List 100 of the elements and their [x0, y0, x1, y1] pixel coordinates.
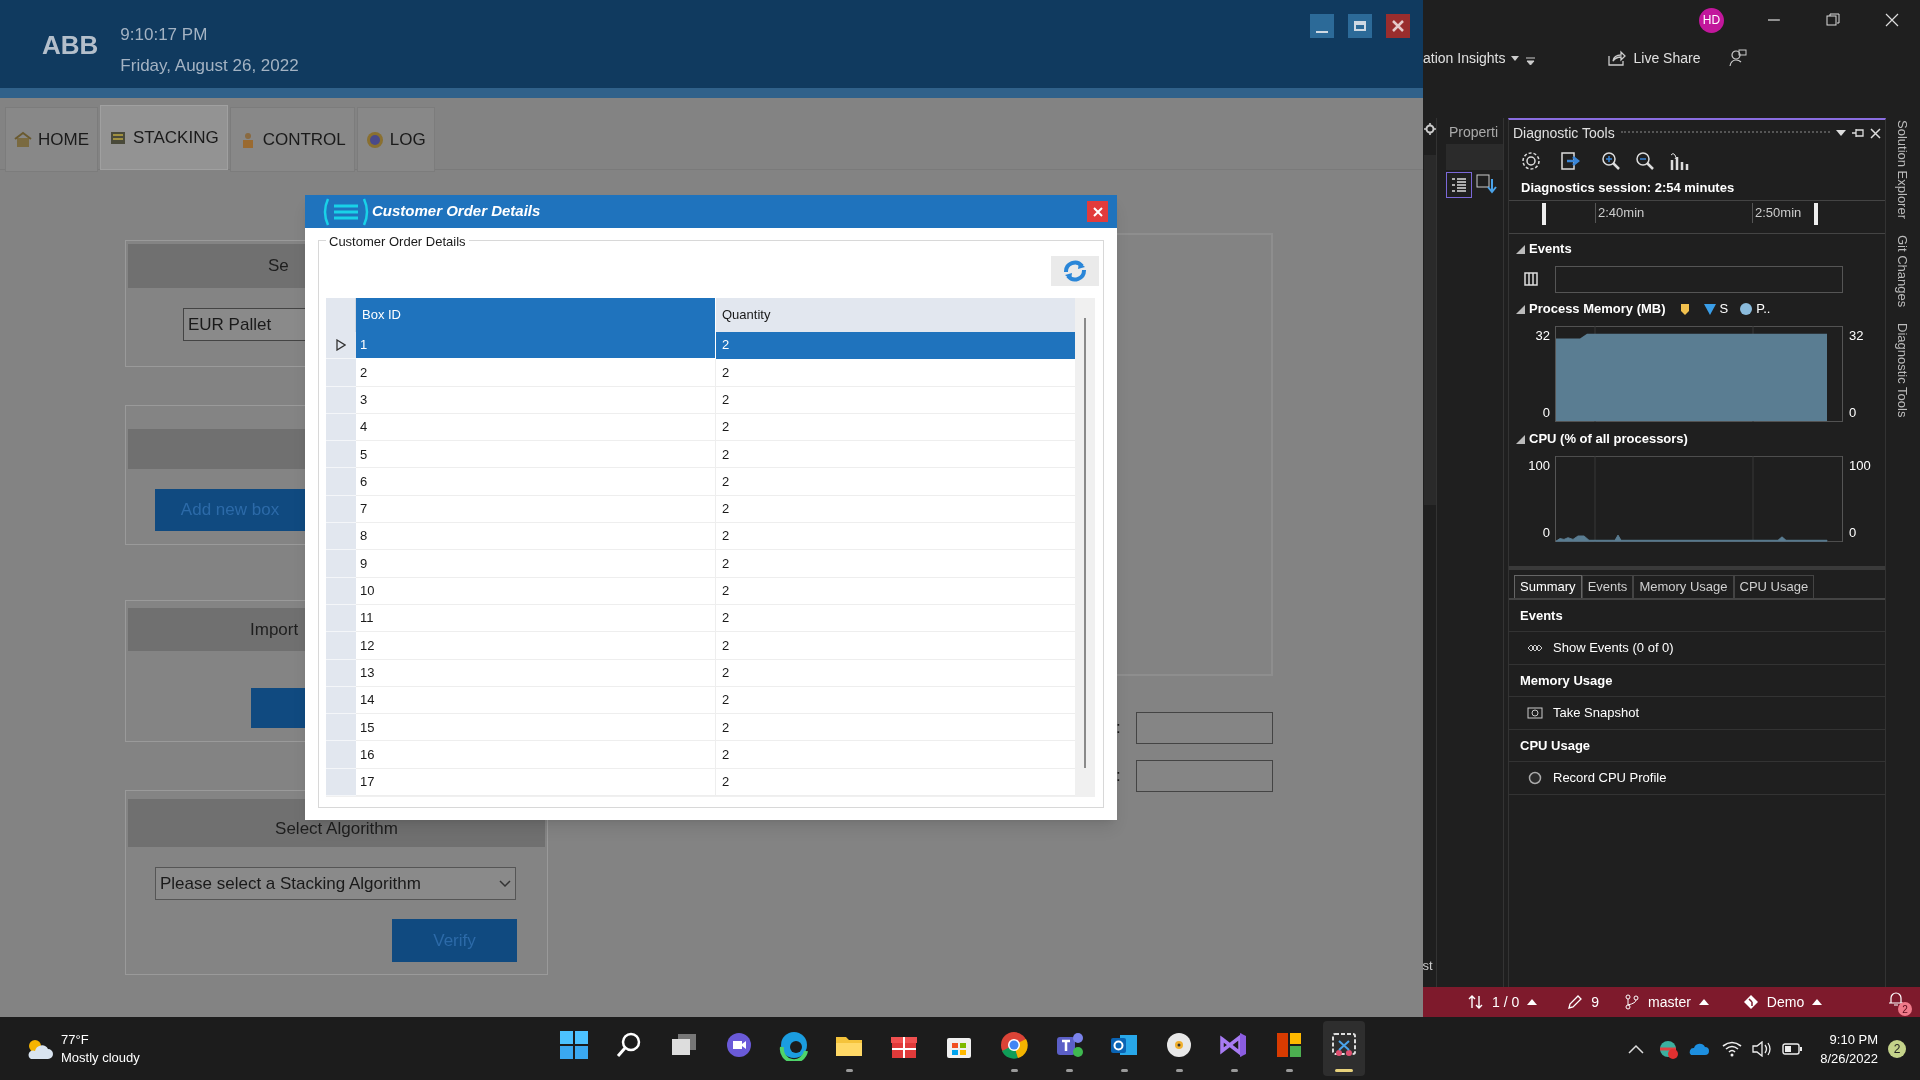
- restore-icon[interactable]: [1826, 13, 1840, 27]
- minimize-button[interactable]: [1310, 14, 1334, 38]
- axis-label: 32: [1849, 327, 1864, 345]
- caret-icon: [1698, 999, 1709, 1005]
- caret-icon: [499, 879, 511, 888]
- app-tab[interactable]: LOG: [356, 107, 435, 172]
- text-field[interactable]: [1136, 712, 1273, 744]
- collapse-icon[interactable]: [1516, 434, 1525, 444]
- collapse-icon[interactable]: [1516, 304, 1525, 314]
- text-field[interactable]: [1136, 760, 1273, 792]
- side-tab[interactable]: Git Changes: [1892, 235, 1913, 308]
- maximize-button[interactable]: [1348, 14, 1372, 38]
- close-icon[interactable]: [1885, 13, 1899, 27]
- app-tab[interactable]: CONTROL: [229, 107, 355, 172]
- table-row[interactable]: 9 2: [326, 550, 1075, 578]
- tool-tab[interactable]: Memory Usage: [1633, 575, 1734, 598]
- table-row[interactable]: 2 2: [326, 359, 1075, 387]
- table-row[interactable]: 3 2: [326, 386, 1075, 414]
- table-row[interactable]: 12 2: [326, 632, 1075, 660]
- table-row[interactable]: 1 2: [326, 332, 1075, 360]
- status-item[interactable]: 9: [1567, 991, 1600, 1013]
- zoom-out-icon[interactable]: [1635, 151, 1655, 171]
- camera-icon: [1527, 705, 1543, 721]
- settings-icon[interactable]: [1423, 123, 1436, 135]
- table-row[interactable]: 8 2: [326, 523, 1075, 551]
- table-cell: 2: [356, 359, 716, 387]
- table-row[interactable]: 11 2: [326, 604, 1075, 633]
- weather-widget[interactable]: 77°F Mostly cloudy: [25, 1030, 140, 1067]
- close-button[interactable]: [1087, 201, 1108, 222]
- battery-icon[interactable]: [1782, 1042, 1803, 1055]
- app-tab[interactable]: STACKING: [100, 105, 228, 170]
- legend-label: S: [1719, 300, 1729, 319]
- taskbar-clock[interactable]: 9:10 PM 8/26/2022: [1820, 1029, 1878, 1068]
- table-cell: 16: [356, 741, 716, 769]
- dropdown-icon[interactable]: [1836, 130, 1846, 136]
- column-header[interactable]: Box ID: [356, 298, 716, 332]
- clock-time: 9:10 PM: [1829, 1030, 1878, 1049]
- table-cell: 17: [356, 768, 716, 797]
- colorful-circle-icon[interactable]: [1658, 1038, 1679, 1059]
- caret-icon: [1527, 999, 1538, 1005]
- menu-item[interactable]: ation Insights: [1423, 47, 1506, 69]
- tool-tab[interactable]: Summary: [1514, 575, 1582, 598]
- categorized-icon[interactable]: [1446, 172, 1472, 198]
- pin-icon[interactable]: [1852, 128, 1864, 138]
- axis-label: 100: [1528, 457, 1550, 475]
- table-row[interactable]: 15 2: [326, 714, 1075, 742]
- table-row[interactable]: 14 2: [326, 686, 1075, 715]
- chart-icon[interactable]: [1669, 151, 1689, 171]
- app-tab[interactable]: HOME: [5, 107, 98, 172]
- close-icon[interactable]: [1870, 127, 1881, 139]
- algorithm-dropdown[interactable]: Please select a Stacking Algorithm: [155, 867, 516, 900]
- status-item[interactable]: 1 / 0: [1468, 991, 1538, 1013]
- refresh-button[interactable]: [1051, 256, 1099, 286]
- chevron-icon[interactable]: [1628, 1043, 1645, 1054]
- status-item[interactable]: master: [1624, 991, 1709, 1013]
- table-row[interactable]: 10 2: [326, 577, 1075, 605]
- notification-badge[interactable]: 2: [1888, 1039, 1906, 1058]
- wifi-icon[interactable]: [1722, 1040, 1743, 1057]
- account-avatar[interactable]: HD: [1699, 7, 1724, 33]
- weather-condition: Mostly cloudy: [61, 1048, 140, 1067]
- range-handle[interactable]: [1814, 203, 1818, 225]
- close-button[interactable]: [1386, 14, 1410, 38]
- table-row[interactable]: 7 2: [326, 495, 1075, 524]
- tool-window-title: Diagnostic Tools: [1513, 123, 1615, 143]
- action-link[interactable]: Record CPU Profile: [1509, 762, 1885, 795]
- caret-icon: [1812, 999, 1823, 1005]
- axis-label: 100: [1849, 457, 1871, 475]
- zoom-in-icon[interactable]: [1601, 151, 1621, 171]
- table-row[interactable]: 4 2: [326, 413, 1075, 442]
- collapse-icon[interactable]: [1516, 244, 1525, 254]
- table-row[interactable]: 17 2: [326, 768, 1075, 797]
- side-tab[interactable]: Diagnostic Tools: [1892, 323, 1913, 418]
- tool-tab[interactable]: Events: [1581, 575, 1634, 598]
- notifications-button[interactable]: 2: [1888, 991, 1910, 1013]
- volume-icon[interactable]: [1752, 1040, 1773, 1057]
- column-header[interactable]: Quantity: [716, 298, 1075, 332]
- live-share-button[interactable]: Live Share: [1607, 47, 1701, 69]
- table-cell: 2: [716, 659, 1075, 687]
- range-handle[interactable]: [1542, 203, 1546, 225]
- table-row[interactable]: 6 2: [326, 468, 1075, 496]
- table-cell: 13: [356, 659, 716, 687]
- pause-icon[interactable]: [1524, 272, 1538, 286]
- branch-icon: [1624, 994, 1641, 1010]
- table-row[interactable]: 5 2: [326, 441, 1075, 469]
- clock-date: Friday, August 26, 2022: [120, 54, 299, 77]
- side-tab[interactable]: Solution Explorer: [1892, 120, 1913, 219]
- settings-icon[interactable]: [1521, 151, 1541, 171]
- export-icon[interactable]: [1561, 151, 1581, 171]
- panel-tab[interactable]: Properti: [1446, 120, 1503, 144]
- taskbar-app[interactable]: [1323, 1021, 1365, 1076]
- tool-tab[interactable]: CPU Usage: [1733, 575, 1815, 598]
- table-row[interactable]: 13 2: [326, 659, 1075, 687]
- action-link[interactable]: Show Events (0 of 0): [1509, 632, 1885, 665]
- table-row[interactable]: 16 2: [326, 741, 1075, 769]
- status-item[interactable]: Demo: [1742, 991, 1823, 1013]
- cloud-icon[interactable]: [1687, 1041, 1710, 1056]
- section-heading: Memory Usage: [1509, 665, 1885, 697]
- action-link[interactable]: Take Snapshot: [1509, 697, 1885, 730]
- overflow-icon[interactable]: [1525, 56, 1535, 66]
- feedback-icon[interactable]: [1729, 49, 1748, 67]
